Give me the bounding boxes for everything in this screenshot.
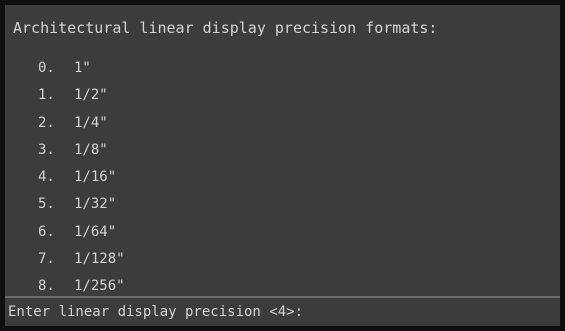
- option-index: 0.: [38, 60, 55, 76]
- precision-options-list: 0. 1" 1. 1/2" 2. 1/4" 3. 1/8" 4. 1/16" 5. 1/32…: [38, 55, 125, 301]
- command-prompt: Enter linear display precision <4>:: [8, 304, 304, 320]
- command-line[interactable]: Enter linear display precision <4>:: [5, 298, 560, 326]
- option-label: 1/128": [74, 251, 125, 268]
- option-label: 1/4": [74, 114, 108, 131]
- option-index: 7.: [38, 251, 55, 268]
- command-input[interactable]: [420, 302, 550, 322]
- command-window-frame: Architectural linear display precision f…: [0, 0, 565, 331]
- option-index: 1.: [38, 87, 55, 104]
- option-label: 1/16": [74, 169, 117, 186]
- option-index: 2.: [38, 114, 55, 131]
- option-label: 1/8": [74, 141, 108, 158]
- option-index: 4.: [38, 169, 55, 186]
- option-label: 1": [74, 60, 91, 76]
- precision-option-2: 2. 1/4": [38, 110, 125, 137]
- precision-option-4: 4. 1/16": [38, 164, 125, 191]
- precision-option-7: 7. 1/128": [38, 246, 125, 273]
- option-index: 5.: [38, 196, 55, 213]
- precision-formats-title: Architectural linear display precision f…: [13, 19, 438, 37]
- option-label: 1/32": [74, 196, 117, 213]
- option-index: 6.: [38, 223, 55, 240]
- option-label: 1/64": [74, 223, 117, 240]
- option-label: 1/256": [74, 278, 125, 295]
- option-label: 1/2": [74, 87, 108, 104]
- precision-option-6: 6. 1/64": [38, 219, 125, 246]
- precision-option-3: 3. 1/8": [38, 137, 125, 164]
- precision-option-0: 0. 1": [38, 55, 125, 82]
- precision-option-5: 5. 1/32": [38, 191, 125, 218]
- precision-option-1: 1. 1/2": [38, 82, 125, 109]
- option-index: 3.: [38, 141, 55, 158]
- command-history-panel: Architectural linear display precision f…: [5, 5, 560, 296]
